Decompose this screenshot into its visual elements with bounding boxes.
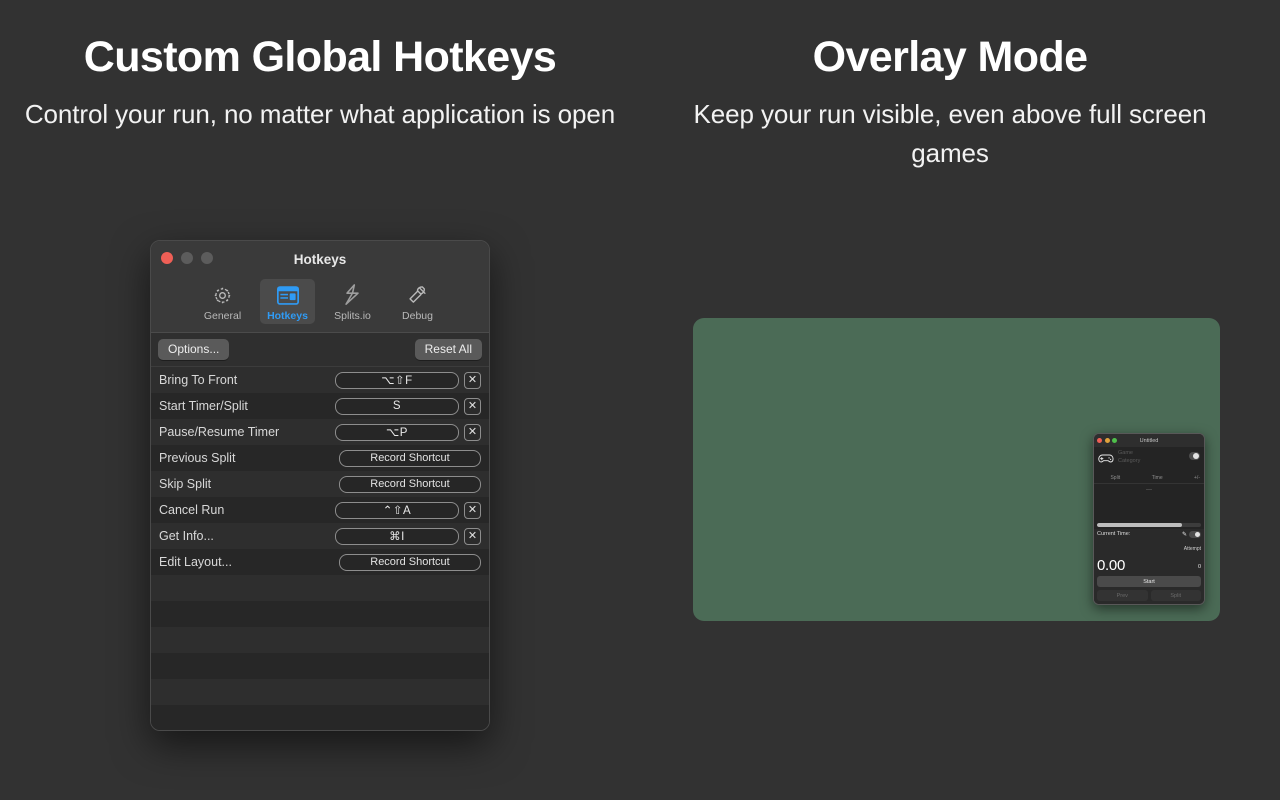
hotkey-action-label: Start Timer/Split bbox=[159, 399, 248, 413]
preferences-toolbar: General Hotkeys Splits.io Debug bbox=[151, 277, 489, 333]
left-headline: Custom Global Hotkeys bbox=[83, 33, 557, 81]
category-placeholder: Category bbox=[1118, 458, 1141, 465]
info-toggle-icon[interactable] bbox=[1189, 452, 1200, 460]
gamepad-icon bbox=[1098, 451, 1114, 469]
timer-footer: Current Time: ✎ 0.00 Attempt 0 Start Pre… bbox=[1094, 529, 1204, 604]
overlay-timer-window: Untitled Game Category Split Time +/- — … bbox=[1093, 433, 1205, 605]
hotkeys-actionbar: Options... Reset All bbox=[151, 333, 489, 367]
left-subheadline: Control your run, no matter what applica… bbox=[24, 99, 616, 130]
table-row[interactable]: Skip Split Record Shortcut bbox=[151, 471, 489, 497]
right-headline: Overlay Mode bbox=[812, 33, 1088, 81]
mini-traffic-lights bbox=[1097, 438, 1117, 443]
clear-shortcut-icon[interactable]: ✕ bbox=[464, 371, 481, 389]
toolbar-label-general: General bbox=[203, 310, 242, 322]
toolbar-label-splitsio: Splits.io bbox=[334, 310, 371, 322]
mini-window-title: Untitled bbox=[1139, 437, 1159, 444]
toolbar-label-hotkeys: Hotkeys bbox=[267, 310, 308, 322]
mini-window-titlebar: Untitled bbox=[1094, 434, 1204, 447]
table-row[interactable]: Pause/Resume Timer ⌥P ✕ bbox=[151, 419, 489, 445]
clear-shortcut-icon[interactable]: ✕ bbox=[464, 501, 481, 519]
mini-run-meta: Game Category bbox=[1118, 450, 1185, 466]
traffic-lights bbox=[161, 252, 213, 264]
table-row-empty bbox=[151, 575, 489, 601]
keyboard-window-icon bbox=[276, 283, 299, 307]
close-button[interactable] bbox=[161, 252, 173, 264]
record-shortcut-button[interactable]: Record Shortcut bbox=[339, 449, 481, 467]
hotkeys-list: Bring To Front ⌥⇧F ✕ Start Timer/Split S… bbox=[151, 367, 489, 730]
table-row[interactable]: Bring To Front ⌥⇧F ✕ bbox=[151, 367, 489, 393]
options-button[interactable]: Options... bbox=[158, 338, 230, 361]
record-shortcut-button[interactable]: Record Shortcut bbox=[339, 475, 481, 493]
toolbar-item-general[interactable]: General bbox=[195, 279, 250, 324]
prev-split-button[interactable]: Prev bbox=[1097, 590, 1148, 601]
column-header-split: Split bbox=[1110, 475, 1121, 481]
toolbar-item-debug[interactable]: Debug bbox=[390, 279, 445, 324]
shortcut-field[interactable]: ⌥P bbox=[335, 423, 459, 441]
left-column-header: Custom Global Hotkeys Control your run, … bbox=[20, 33, 620, 134]
mini-minimize-button[interactable] bbox=[1104, 438, 1110, 443]
splits-io-icon bbox=[344, 283, 361, 307]
column-header-delta: +/- bbox=[1194, 475, 1200, 481]
right-column-header: Overlay Mode Keep your run visible, even… bbox=[660, 33, 1240, 172]
zoom-button[interactable] bbox=[201, 252, 213, 264]
window-titlebar: Hotkeys bbox=[151, 241, 489, 277]
shortcut-field[interactable]: ⌘I bbox=[335, 527, 459, 545]
hotkey-action-label: Edit Layout... bbox=[159, 555, 232, 569]
table-row[interactable]: Get Info... ⌘I ✕ bbox=[151, 523, 489, 549]
hotkey-action-label: Pause/Resume Timer bbox=[159, 425, 280, 439]
attempt-value: 0 bbox=[1197, 564, 1201, 570]
start-button[interactable]: Start bbox=[1097, 576, 1201, 587]
gear-icon bbox=[212, 283, 233, 307]
shortcut-field[interactable]: ⌃⇧A bbox=[335, 501, 459, 519]
hotkey-action-label: Cancel Run bbox=[159, 503, 225, 517]
toolbar-label-debug: Debug bbox=[402, 310, 433, 322]
table-row[interactable]: Previous Split Record Shortcut bbox=[151, 445, 489, 471]
table-row[interactable]: Start Timer/Split S ✕ bbox=[151, 393, 489, 419]
mini-zoom-button[interactable] bbox=[1112, 438, 1117, 443]
current-time-label: Current Time: bbox=[1097, 531, 1131, 537]
game-placeholder: Game bbox=[1118, 450, 1133, 456]
attempt-counter: Attempt 0 bbox=[1184, 537, 1201, 573]
table-row-empty bbox=[151, 653, 489, 679]
shortcut-field[interactable]: S bbox=[335, 397, 459, 415]
toolbar-item-hotkeys[interactable]: Hotkeys bbox=[260, 279, 315, 324]
progress-fill bbox=[1097, 523, 1183, 527]
table-row[interactable]: Cancel Run ⌃⇧A ✕ bbox=[151, 497, 489, 523]
table-row-empty bbox=[151, 705, 489, 730]
promo-page: Custom Global Hotkeys Control your run, … bbox=[0, 0, 1280, 800]
reset-all-button[interactable]: Reset All bbox=[414, 338, 482, 361]
hotkey-action-label: Skip Split bbox=[159, 477, 212, 491]
clear-shortcut-icon[interactable]: ✕ bbox=[464, 397, 481, 415]
hotkey-action-label: Bring To Front bbox=[159, 373, 238, 387]
table-row-empty bbox=[151, 601, 489, 627]
empty-splits-marker: — bbox=[1146, 487, 1152, 493]
hotkey-action-label: Get Info... bbox=[159, 529, 214, 543]
attempt-label: Attempt bbox=[1183, 546, 1201, 552]
right-subheadline: Keep your run visible, even above full s… bbox=[693, 99, 1207, 168]
record-shortcut-button[interactable]: Record Shortcut bbox=[339, 553, 481, 571]
table-row[interactable]: Edit Layout... Record Shortcut bbox=[151, 549, 489, 575]
table-row-empty bbox=[151, 627, 489, 653]
clear-shortcut-icon[interactable]: ✕ bbox=[464, 423, 481, 441]
minimize-button[interactable] bbox=[181, 252, 193, 264]
clear-shortcut-icon[interactable]: ✕ bbox=[464, 527, 481, 545]
progress-track bbox=[1097, 523, 1201, 527]
hotkeys-window: Hotkeys General Hotkeys Splits.io Debug … bbox=[150, 240, 490, 731]
splits-list-empty: — bbox=[1094, 484, 1204, 523]
mini-close-button[interactable] bbox=[1097, 438, 1102, 443]
shortcut-field[interactable]: ⌥⇧F bbox=[335, 371, 459, 389]
hammer-icon bbox=[407, 283, 428, 307]
split-button[interactable]: Split bbox=[1150, 590, 1201, 601]
toolbar-item-splitsio[interactable]: Splits.io bbox=[325, 279, 380, 324]
mini-run-header: Game Category bbox=[1094, 447, 1204, 473]
hotkey-action-label: Previous Split bbox=[159, 451, 236, 465]
splits-column-header: Split Time +/- bbox=[1094, 473, 1204, 484]
column-header-time: Time bbox=[1151, 475, 1163, 481]
current-time-value: 0.00 bbox=[1097, 557, 1125, 574]
table-row-empty bbox=[151, 679, 489, 705]
